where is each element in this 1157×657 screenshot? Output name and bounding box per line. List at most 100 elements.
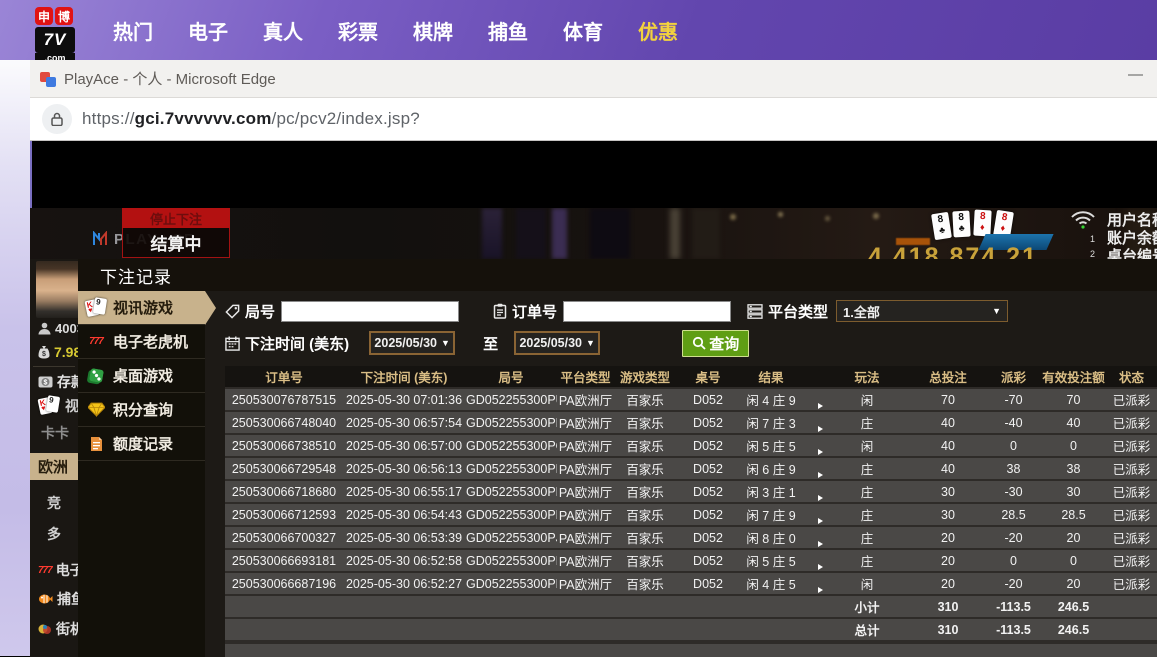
logo-badge-shen: 申 [35,7,53,25]
table-no: D052 [676,503,740,526]
lock-icon[interactable] [42,104,72,134]
modal-sidebar-item[interactable]: 桌面游戏 [78,359,205,393]
address-bar[interactable]: https://gci.7vvvvvv.com/pc/pcv2/index.js… [30,98,1157,141]
order-no: 250530066700327 [225,526,343,549]
table-no: D052 [676,480,740,503]
round-input[interactable] [281,301,459,322]
wifi-icon [1070,210,1096,234]
window-title: PlayAce - 个人 - Microsoft Edge [64,68,276,89]
round-no: GD052255300PM [465,480,557,503]
status-badge: 已派彩 [1106,480,1157,503]
menu-item-duo[interactable]: 多 [47,524,61,544]
bet-time: 2025-05-30 07:01:36 [343,388,465,411]
platform: PA欧洲厅 [557,388,614,411]
tag-icon [225,304,240,319]
url-domain: gci.7vvvvvv.com [135,109,272,128]
bet-time: 2025-05-30 06:54:43 [343,503,465,526]
total-bet: 30 [910,503,986,526]
nav-item[interactable]: 体育 [563,16,603,45]
avatar [36,261,78,318]
order-no: 250530066712593 [225,503,343,526]
nav-item[interactable]: 电子 [188,16,228,45]
payout: -30 [986,480,1041,503]
nav-item[interactable]: 捕鱼 [488,16,528,45]
menu-icon: K♥9 [85,297,107,318]
payout: 0 [986,434,1041,457]
order-no: 250530066729548 [225,457,343,480]
bet-records-table: 订单号 下注时间 (美东) 局号 平台类型 游戏类型 桌号 结果 玩法 总投注 [225,366,1157,642]
nav-item[interactable]: 棋牌 [413,16,453,45]
table-row: 250530066693181 2025-05-30 06:52:58 GD05… [225,549,1157,572]
total-label: 总计 [824,618,910,641]
platform: PA欧洲厅 [557,480,614,503]
bet-time: 2025-05-30 06:56:13 [343,457,465,480]
page-background-strip [0,60,30,656]
url-text[interactable]: https://gci.7vvvvvv.com/pc/pcv2/index.js… [82,109,420,129]
nav-item[interactable]: 优惠 [638,16,678,45]
nav-item[interactable]: 彩票 [338,16,378,45]
order-input[interactable] [563,301,731,322]
modal-sidebar-item[interactable]: 777 电子老虎机 [78,325,205,359]
platform-list-icon [747,304,763,319]
menu-item-fishing[interactable]: 捕鱼 [38,589,78,609]
game-type: 百家乐 [614,503,676,526]
table-number-label: 桌台编号 [1107,248,1157,259]
total-bet: 30 [910,480,986,503]
bet-time: 2025-05-30 06:55:17 [343,480,465,503]
menu-item-active[interactable]: 欧洲 [30,453,78,480]
search-button[interactable]: 查询 [682,330,749,357]
order-no: 250530066693181 [225,549,343,572]
search-icon [692,336,706,350]
status-badge: 已派彩 [1106,411,1157,434]
date-from-select[interactable]: 2025/05/30 ▼ [369,331,455,355]
page-content: PLAY△CE 停止下注 结算中 8♣ 8♣ 8♦ 8♦ 4,418,874.2… [30,141,1157,657]
menu-item-arcade[interactable]: 街机 [38,619,78,639]
play-type: 庄 [824,457,910,480]
nav-item[interactable]: 真人 [263,16,303,45]
date-to-select[interactable]: 2025/05/30 ▼ [514,331,600,355]
chevron-down-icon: ▼ [441,338,450,348]
list-numbers: 1 2 [1090,232,1095,259]
status-badge: 已派彩 [1106,572,1157,595]
game-type: 百家乐 [614,526,676,549]
table-row: 250530066738510 2025-05-30 06:57:00 GD05… [225,434,1157,457]
favicon [40,71,56,87]
menu-item-jing[interactable]: 竞 [47,493,61,513]
settling-label: 结算中 [122,228,230,258]
status-badge: 已派彩 [1106,549,1157,572]
video-games-item[interactable]: K♥9 视讯 [38,395,78,416]
table-row: 250530066729548 2025-05-30 06:56:13 GD05… [225,457,1157,480]
menu-item-slots[interactable]: 777电子 [38,560,78,580]
valid-bet: 28.5 [1041,503,1106,526]
table-totals: 小计 310 -113.5 246.5 总计 310 -113.5 [225,595,1157,641]
menu-item-kaka[interactable]: 卡卡 [41,423,69,443]
total-bet: 20 [910,526,986,549]
play-type: 庄 [824,480,910,503]
nav-item[interactable]: 热门 [113,16,153,45]
result: 闲 5 庄 5 [740,434,802,457]
status-badge: 已派彩 [1106,457,1157,480]
modal-sidebar-item[interactable]: 积分查询 [78,393,205,427]
window-title-bar: PlayAce - 个人 - Microsoft Edge — [30,60,1157,98]
platform-select[interactable]: 1.全部 ▼ [836,300,1008,322]
chevron-down-icon: ▼ [992,306,1001,316]
total-bet: 20 [910,549,986,572]
moneybag-icon: $ [38,345,50,359]
modal-sidebar-item[interactable]: K♥9 视讯游戏 [78,291,205,325]
order-no: 250530066738510 [225,434,343,457]
game-type: 百家乐 [614,411,676,434]
svg-text:$: $ [42,351,46,358]
deposit-item[interactable]: $ 存款 [38,372,78,392]
casino-background: PLAY△CE 停止下注 结算中 8♣ 8♣ 8♦ 8♦ 4,418,874.2… [30,208,1157,259]
logo-7v: 7V [35,27,75,53]
main-nav: 热门 电子 真人 彩票 棋牌 捕鱼 体育 [113,0,678,60]
result: 闲 4 庄 9 [740,388,802,411]
minimize-button[interactable]: — [1128,66,1143,83]
bet-time: 2025-05-30 06:53:39 [343,526,465,549]
order-no: 250530076787515 [225,388,343,411]
modal-sidebar-item[interactable]: 额度记录 [78,427,205,461]
table-row: 250530066700327 2025-05-30 06:53:39 GD05… [225,526,1157,549]
result: 闲 8 庄 0 [740,526,802,549]
svg-text:$: $ [44,380,48,387]
order-no: 250530066687196 [225,572,343,595]
